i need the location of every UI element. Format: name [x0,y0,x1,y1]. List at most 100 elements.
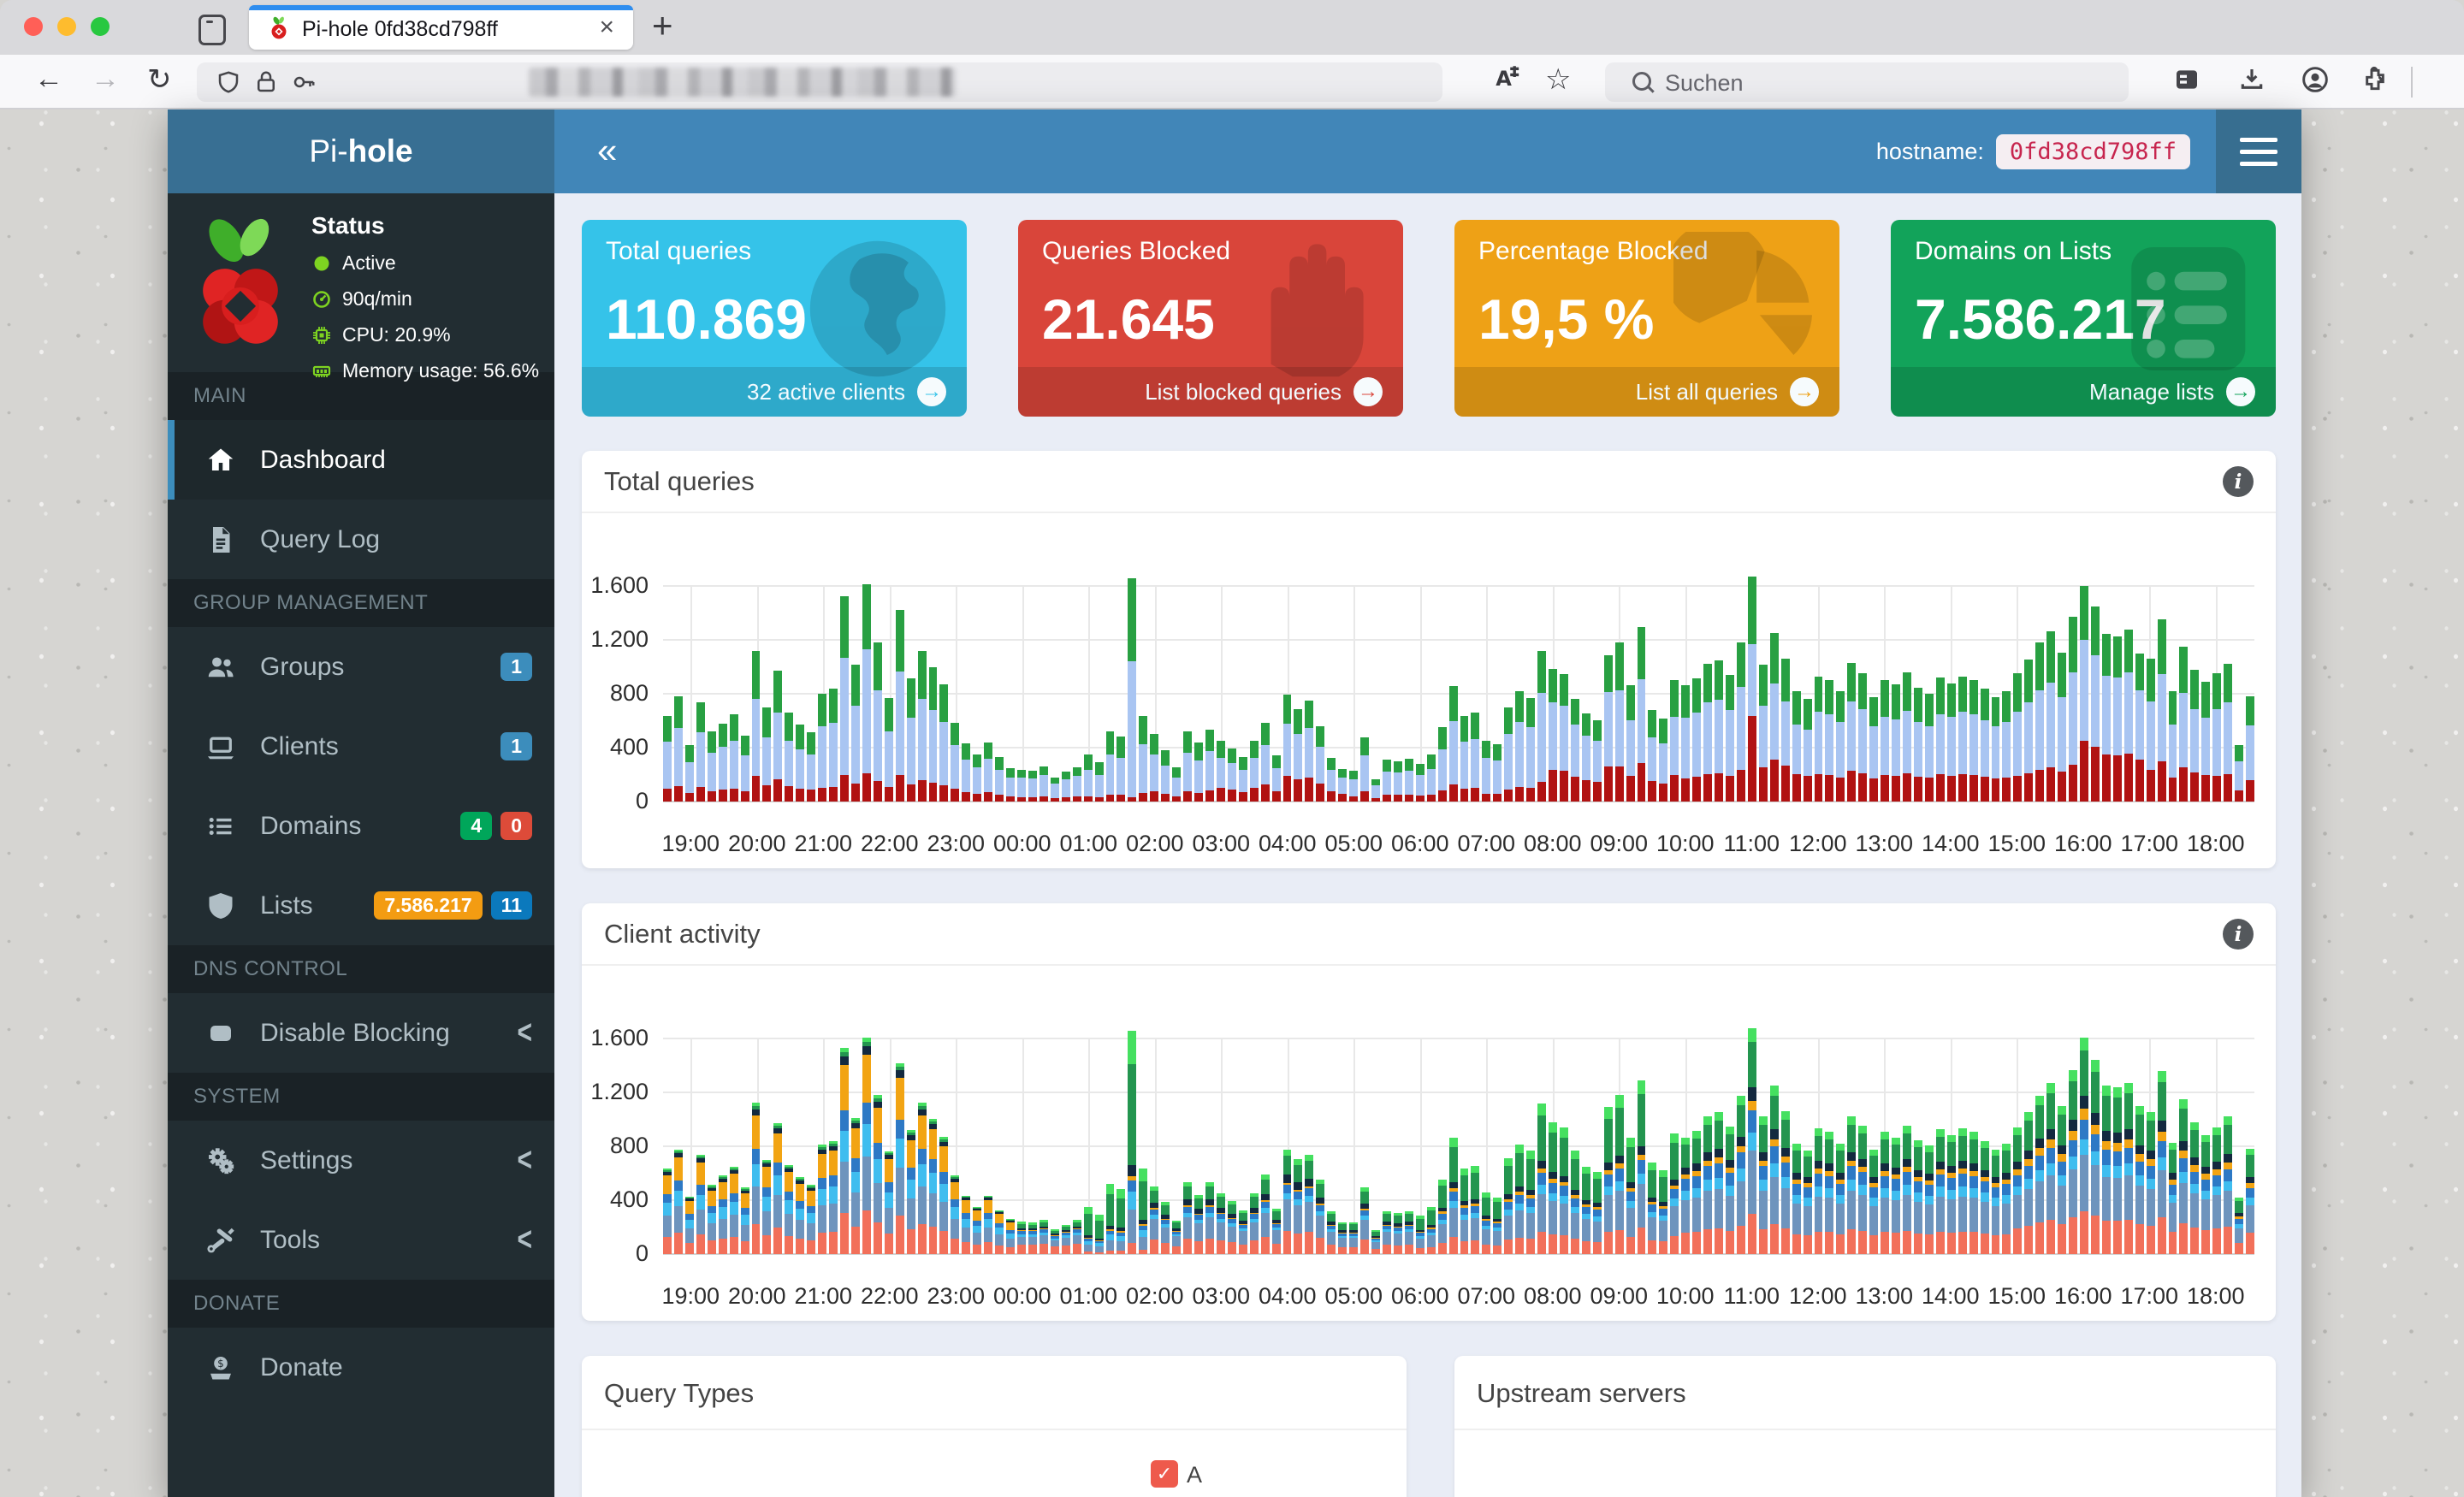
bar[interactable] [1371,1230,1380,1254]
bar[interactable] [1747,577,1756,802]
bar[interactable] [1216,741,1225,802]
translate-icon[interactable]: A [1492,62,1521,99]
bar[interactable] [673,696,683,802]
sidebar-item-groups[interactable]: Groups 1 [168,627,554,707]
bar[interactable] [729,1167,738,1254]
bar[interactable] [1493,744,1502,802]
bar[interactable] [2013,1127,2023,1254]
bar[interactable] [1980,1141,1989,1254]
bar[interactable] [1139,716,1148,802]
bar[interactable] [1969,680,1978,802]
bar[interactable] [1670,1133,1679,1254]
bar[interactable] [1305,1155,1314,1254]
bar[interactable] [1139,1169,1148,1254]
bar[interactable] [1935,677,1945,802]
bar[interactable] [2235,745,2244,802]
sidebar-item-disable-blocking[interactable]: Disable Blocking < [168,993,554,1073]
card-footer-link[interactable]: Manage lists → [1891,367,2276,417]
bar[interactable] [1128,1031,1137,1254]
bar[interactable] [1626,1138,1635,1254]
bar[interactable] [1726,1127,1734,1254]
bar[interactable] [1758,665,1768,802]
bar[interactable] [684,1197,694,1254]
bar[interactable] [1549,669,1557,802]
bar[interactable] [2123,1083,2133,1254]
bar[interactable] [1715,1112,1723,1254]
bar[interactable] [1017,770,1026,802]
bar[interactable] [1991,697,2000,802]
bar[interactable] [1637,1080,1646,1254]
bar[interactable] [906,1130,915,1254]
bar[interactable] [1437,1180,1447,1254]
bar[interactable] [1271,755,1281,802]
bar[interactable] [807,1185,816,1254]
bar[interactable] [1504,1158,1513,1254]
bar[interactable] [2157,619,2166,802]
bar[interactable] [1614,1095,1624,1254]
bar[interactable] [1903,1126,1911,1254]
bar[interactable] [1471,713,1480,802]
bar[interactable] [1592,720,1602,802]
bar[interactable] [2168,1143,2177,1254]
bar[interactable] [1803,1151,1812,1254]
bar[interactable] [2146,1112,2155,1254]
bar[interactable] [1161,750,1170,802]
bar[interactable] [1803,699,1812,802]
bar[interactable] [1371,779,1380,802]
shield-icon[interactable] [216,69,241,95]
bar[interactable] [1825,680,1834,802]
bar[interactable] [1537,1104,1546,1254]
bar[interactable] [917,651,927,802]
bar[interactable] [2069,1070,2077,1254]
bar[interactable] [1050,778,1059,802]
bar[interactable] [1294,1159,1303,1254]
bar[interactable] [1050,1229,1059,1254]
card-footer-link[interactable]: 32 active clients → [582,367,967,417]
bar[interactable] [1072,1220,1081,1254]
bar[interactable] [1825,1132,1834,1254]
bar[interactable] [1814,677,1823,802]
bar[interactable] [1094,762,1104,802]
bar[interactable] [1504,707,1513,802]
bar[interactable] [2135,654,2144,802]
bar[interactable] [862,1038,871,1254]
bar[interactable] [1736,642,1745,802]
bar[interactable] [1946,1135,1956,1254]
bar[interactable] [1039,766,1048,802]
bar[interactable] [840,596,849,802]
bar[interactable] [1360,737,1369,802]
bar[interactable] [696,702,705,802]
bar[interactable] [1150,734,1159,802]
bar[interactable] [1183,731,1192,802]
bar[interactable] [1792,1144,1801,1254]
bar[interactable] [939,684,949,802]
bar[interactable] [1404,759,1413,802]
bar[interactable] [951,723,960,802]
bar[interactable] [1083,754,1093,802]
bar[interactable] [1869,697,1879,802]
bar[interactable] [2135,1106,2144,1254]
bar[interactable] [1858,1126,1868,1254]
tab-close-icon[interactable]: × [599,13,614,42]
bar[interactable] [1039,1220,1048,1254]
bar[interactable] [1892,1138,1900,1254]
bar[interactable] [1559,1127,1568,1254]
bar[interactable] [1216,1193,1225,1254]
window-close-button[interactable] [24,17,43,36]
bar[interactable] [1128,578,1137,802]
bar[interactable] [1559,674,1568,802]
bar[interactable] [2201,682,2211,802]
downloads-icon[interactable] [2238,66,2266,101]
bar[interactable] [673,1150,683,1254]
bar[interactable] [1017,1222,1026,1254]
bar[interactable] [1338,769,1348,802]
bar[interactable] [1603,655,1613,802]
bar[interactable] [2235,1198,2244,1254]
bar[interactable] [1692,678,1702,802]
bar[interactable] [1294,709,1303,802]
bar[interactable] [1227,1201,1236,1254]
bar[interactable] [1881,1132,1890,1254]
bar[interactable] [762,707,772,802]
bar[interactable] [2024,660,2034,802]
bar[interactable] [2101,634,2111,802]
